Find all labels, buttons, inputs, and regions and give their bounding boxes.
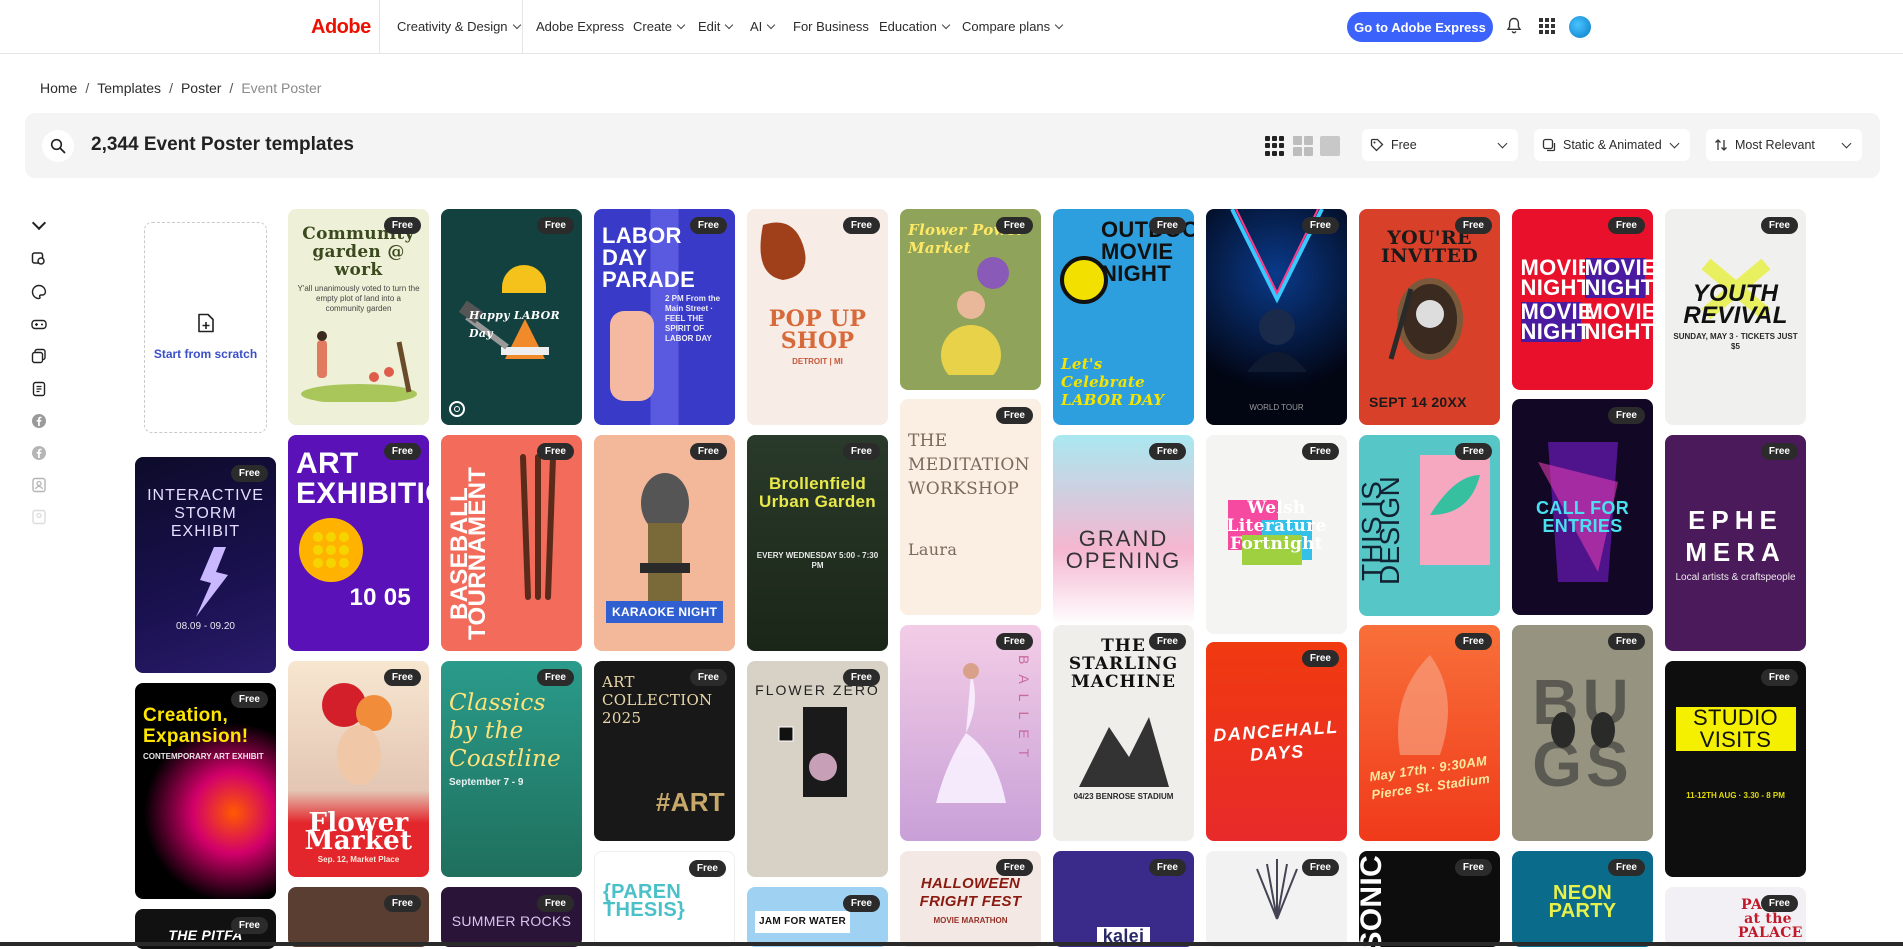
template-card[interactable]: Brollenfield Urban Garden EVERY WEDNESDA… bbox=[747, 435, 888, 651]
free-badge: Free bbox=[1302, 650, 1339, 667]
animated-icon bbox=[449, 401, 465, 417]
template-card[interactable]: THIS IS DESIGN Free bbox=[1359, 435, 1500, 616]
template-card[interactable]: BUGS Free bbox=[1512, 625, 1653, 841]
free-badge: Free bbox=[996, 633, 1033, 650]
free-badge: Free bbox=[1608, 859, 1645, 876]
free-badge: Free bbox=[690, 669, 727, 686]
free-badge: Free bbox=[1455, 633, 1492, 650]
template-card[interactable]: Happy LABOR Day Free bbox=[441, 209, 582, 425]
free-badge: Free bbox=[996, 407, 1033, 424]
template-card[interactable]: SUMMER ROCKS Free bbox=[441, 887, 582, 947]
template-card[interactable]: Flower Power Market Free bbox=[900, 209, 1041, 390]
free-badge: Free bbox=[690, 217, 727, 234]
free-badge: Free bbox=[1149, 217, 1186, 234]
template-card[interactable]: kalei Free bbox=[1053, 851, 1194, 947]
template-card[interactable]: Free bbox=[1206, 851, 1347, 947]
template-card[interactable]: MOVIE NIGHT MOVIE NIGHT MOVIE NIGHT MOVI… bbox=[1512, 209, 1653, 390]
free-badge: Free bbox=[1761, 443, 1798, 460]
free-badge: Free bbox=[537, 443, 574, 460]
start-from-scratch-card[interactable]: Start from scratch bbox=[144, 222, 267, 433]
template-card[interactable]: FLOWER ZERO Free bbox=[747, 661, 888, 877]
template-card[interactable]: PARTY at the PALACE Free bbox=[1665, 887, 1806, 947]
free-badge: Free bbox=[1149, 443, 1186, 460]
template-card[interactable]: THE MEDITATION WORKSHOP Laura Free bbox=[900, 399, 1041, 615]
free-badge: Free bbox=[1149, 633, 1186, 650]
free-badge: Free bbox=[1608, 633, 1645, 650]
free-badge: Free bbox=[231, 917, 268, 934]
template-card[interactable]: NEON PARTY Free bbox=[1512, 851, 1653, 947]
template-card[interactable]: THE STARLING MACHINE 04/23 BENROSE STADI… bbox=[1053, 625, 1194, 841]
template-card[interactable]: DANCEHALL DAYS Free bbox=[1206, 642, 1347, 841]
free-badge: Free bbox=[384, 895, 421, 912]
template-card[interactable]: ART EXHIBITION 10 05 Free bbox=[288, 435, 429, 651]
template-card[interactable]: LABOR DAY PARADE 2 PM From the Main Stre… bbox=[594, 209, 735, 425]
template-card[interactable]: STUDIO VISITS 11-12TH AUG · 3.30 - 8 PM … bbox=[1665, 661, 1806, 877]
free-badge: Free bbox=[231, 465, 268, 482]
template-card[interactable]: HALLOWEEN FRIGHT FEST MOVIE MARATHON Fre… bbox=[900, 851, 1041, 947]
template-card[interactable]: YOU'RE INVITED SEPT 14 20XX Free bbox=[1359, 209, 1500, 425]
free-badge: Free bbox=[537, 895, 574, 912]
template-card[interactable]: Welsh Literature Fortnight Free bbox=[1206, 435, 1347, 634]
bottom-edge bbox=[0, 942, 1903, 946]
free-badge: Free bbox=[689, 860, 726, 877]
template-card[interactable]: KARAOKE NIGHT Free bbox=[594, 435, 735, 651]
templates-grid: Start from scratch INTERACTIVE STORM EXH… bbox=[0, 0, 1903, 946]
free-badge: Free bbox=[1761, 669, 1798, 686]
free-badge: Free bbox=[1608, 217, 1645, 234]
free-badge: Free bbox=[384, 217, 421, 234]
template-card[interactable]: BALLET Free bbox=[900, 625, 1041, 841]
template-card[interactable]: Flower Market Sep. 12, Market Place Free bbox=[288, 661, 429, 877]
template-card[interactable]: SONIC Free bbox=[1359, 851, 1500, 947]
new-file-icon bbox=[194, 311, 218, 335]
template-card[interactable]: OUTDOOR MOVIE NIGHT Let's Celebrate LABO… bbox=[1053, 209, 1194, 425]
free-badge: Free bbox=[1302, 859, 1339, 876]
free-badge: Free bbox=[537, 217, 574, 234]
free-badge: Free bbox=[843, 669, 880, 686]
template-card[interactable]: POP UP SHOP DETROIT | MI Free bbox=[747, 209, 888, 425]
free-badge: Free bbox=[1455, 443, 1492, 460]
template-card[interactable]: Classics by the Coastline September 7 - … bbox=[441, 661, 582, 877]
free-badge: Free bbox=[1455, 859, 1492, 876]
free-badge: Free bbox=[996, 859, 1033, 876]
template-card[interactable]: CALL FOR ENTRIES Free bbox=[1512, 399, 1653, 615]
template-card[interactable]: {PAREN THESIS} Free bbox=[594, 851, 735, 947]
free-badge: Free bbox=[1761, 895, 1798, 912]
free-badge: Free bbox=[384, 443, 421, 460]
template-card[interactable]: INTERACTIVE STORM EXHIBIT 08.09 - 09.20 … bbox=[135, 457, 276, 673]
template-card[interactable]: May 17th · 9:30AM Pierce St. Stadium Fre… bbox=[1359, 625, 1500, 841]
free-badge: Free bbox=[996, 217, 1033, 234]
template-card[interactable]: BASEBALL TOURNAMENT Free bbox=[441, 435, 582, 651]
template-card[interactable]: YOUTH REVIVAL SUNDAY, MAY 3 · TICKETS JU… bbox=[1665, 209, 1806, 425]
free-badge: Free bbox=[690, 443, 727, 460]
template-card[interactable]: Free bbox=[288, 887, 429, 947]
free-badge: Free bbox=[843, 443, 880, 460]
free-badge: Free bbox=[231, 691, 268, 708]
template-card[interactable]: Creation, Expansion! CONTEMPORARY ART EX… bbox=[135, 683, 276, 899]
template-card[interactable]: Community garden @ work Y'all unanimousl… bbox=[288, 209, 429, 425]
free-badge: Free bbox=[1761, 217, 1798, 234]
start-from-scratch-label: Start from scratch bbox=[154, 348, 257, 361]
free-badge: Free bbox=[1608, 407, 1645, 424]
free-badge: Free bbox=[1302, 217, 1339, 234]
free-badge: Free bbox=[1149, 859, 1186, 876]
free-badge: Free bbox=[537, 669, 574, 686]
free-badge: Free bbox=[1302, 443, 1339, 460]
free-badge: Free bbox=[384, 669, 421, 686]
free-badge: Free bbox=[843, 217, 880, 234]
template-card[interactable]: JAM FOR WATER Free bbox=[747, 887, 888, 947]
free-badge: Free bbox=[843, 895, 880, 912]
template-card[interactable]: EPHE MERA Local artists & craftspeople F… bbox=[1665, 435, 1806, 651]
free-badge: Free bbox=[1455, 217, 1492, 234]
template-card[interactable]: WORLD TOUR Free bbox=[1206, 209, 1347, 425]
template-card[interactable]: GRAND OPENING Free bbox=[1053, 435, 1194, 625]
template-card[interactable]: ART COLLECTION 2025 #ART Free bbox=[594, 661, 735, 841]
